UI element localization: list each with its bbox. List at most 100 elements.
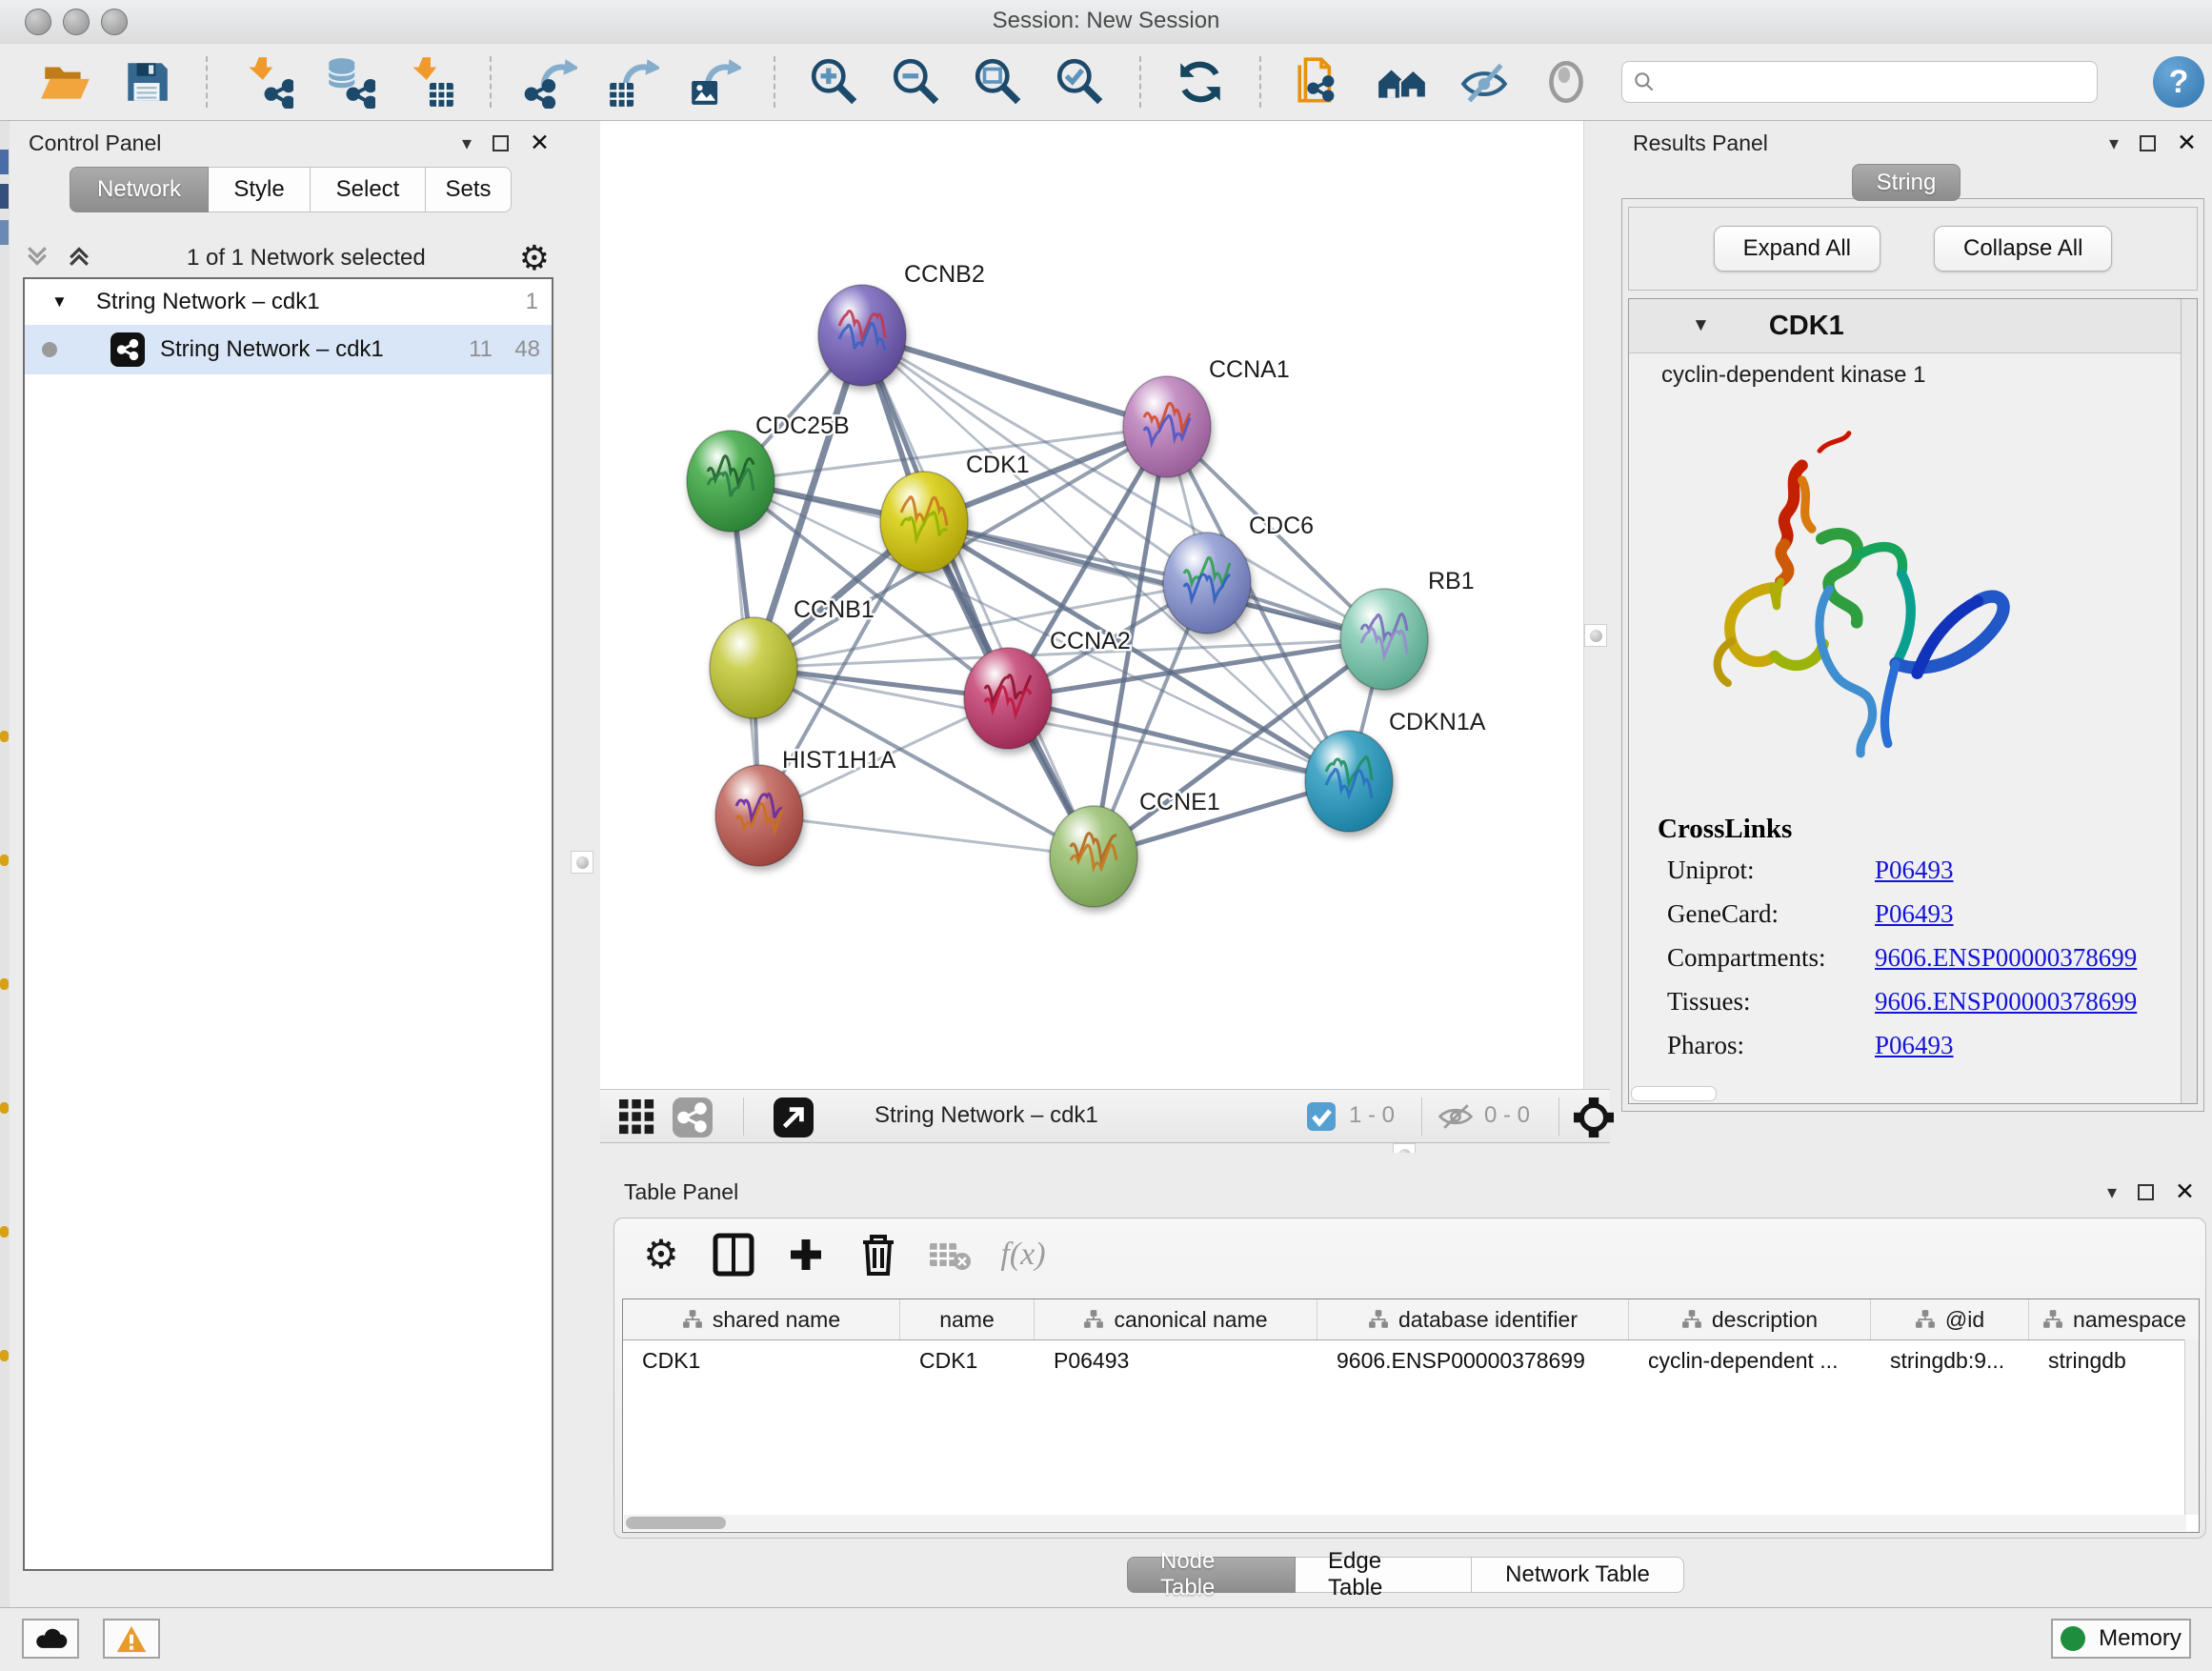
string-network-icon bbox=[111, 332, 145, 367]
refresh-network-icon[interactable] bbox=[1174, 55, 1227, 109]
new-network-from-selection-icon[interactable] bbox=[1294, 55, 1347, 109]
left-splitter-handle[interactable] bbox=[571, 851, 593, 874]
zoom-fit-content-icon[interactable] bbox=[972, 55, 1025, 109]
memory-button[interactable]: Memory bbox=[2051, 1619, 2191, 1659]
node-HIST1H1A[interactable]: HIST1H1A bbox=[715, 747, 896, 866]
hidden-eye-icon[interactable] bbox=[1437, 1102, 1475, 1136]
node-CDKN1A[interactable]: CDKN1A bbox=[1305, 709, 1486, 832]
zoom-selected-region-icon[interactable] bbox=[1054, 55, 1107, 109]
tab-select[interactable]: Select bbox=[311, 167, 426, 212]
table-vertical-scrollbar[interactable] bbox=[2184, 1339, 2199, 1515]
node-label-CCNA2: CCNA2 bbox=[1050, 628, 1131, 654]
edge-HIST1H1A-CCNE1[interactable] bbox=[759, 815, 1094, 856]
memory-label: Memory bbox=[2099, 1625, 2182, 1652]
tab-style[interactable]: Style bbox=[209, 167, 311, 212]
zoom-in-icon[interactable] bbox=[808, 55, 861, 109]
network-row-selected[interactable]: String Network – cdk1 11 48 bbox=[25, 325, 552, 374]
tab-node-table[interactable]: Node Table bbox=[1127, 1557, 1296, 1593]
table-panel-close-icon[interactable]: ✕ bbox=[2175, 1180, 2195, 1204]
control-panel-float-icon[interactable]: ▾ bbox=[462, 131, 472, 155]
table-row[interactable]: CDK1CDK1P064939606.ENSP00000378699cyclin… bbox=[623, 1340, 2199, 1380]
collapse-all-button[interactable]: Collapse All bbox=[1934, 226, 2112, 272]
gene-collapse-icon[interactable]: ▼ bbox=[1692, 315, 1710, 336]
node-CCNE1[interactable]: CCNE1 bbox=[1050, 789, 1220, 907]
network-graph: CCNB2CCNA1CDC25BCDK1CDC6RB1CCNB1CCNA2CDK… bbox=[600, 121, 1583, 1089]
export-image-icon[interactable] bbox=[688, 55, 741, 109]
warnings-button[interactable] bbox=[103, 1619, 160, 1659]
left-splitter[interactable] bbox=[563, 121, 601, 1607]
birds-eye-view-icon[interactable] bbox=[774, 1097, 814, 1142]
tab-edge-table[interactable]: Edge Table bbox=[1296, 1557, 1472, 1593]
import-network-from-database-icon[interactable] bbox=[322, 55, 375, 109]
show-columns-icon[interactable] bbox=[712, 1233, 755, 1277]
tab-network[interactable]: Network bbox=[70, 167, 209, 212]
delete-table-icon[interactable] bbox=[929, 1233, 973, 1277]
crosslink-link[interactable]: 9606.ENSP00000378699 bbox=[1875, 987, 2137, 1017]
table-panel-float-icon[interactable]: ▾ bbox=[2107, 1180, 2117, 1204]
show-all-icon[interactable] bbox=[1539, 55, 1593, 109]
crosslink-link[interactable]: P06493 bbox=[1875, 899, 1954, 929]
column-header-description[interactable]: description bbox=[1629, 1299, 1871, 1339]
export-table-icon[interactable] bbox=[606, 55, 659, 109]
right-splitter-handle[interactable] bbox=[1584, 624, 1607, 647]
tab-string[interactable]: String bbox=[1852, 164, 1961, 201]
node-CCNA1[interactable]: CCNA1 bbox=[1123, 356, 1290, 477]
control-panel-maximize-icon[interactable] bbox=[493, 135, 509, 151]
results-panel-float-icon[interactable]: ▾ bbox=[2109, 131, 2119, 155]
help-icon[interactable]: ? bbox=[2153, 56, 2204, 108]
crosslink-label: Pharos: bbox=[1667, 1031, 1744, 1060]
open-session-icon[interactable] bbox=[38, 55, 91, 109]
add-column-icon[interactable] bbox=[784, 1233, 828, 1277]
table-panel-maximize-icon[interactable] bbox=[2138, 1184, 2154, 1200]
tab-network-table[interactable]: Network Table bbox=[1472, 1557, 1684, 1593]
results-panel-close-icon[interactable]: ✕ bbox=[2177, 131, 2197, 155]
expand-all-networks-icon[interactable] bbox=[65, 242, 93, 275]
delete-column-icon[interactable] bbox=[856, 1233, 900, 1277]
right-splitter[interactable] bbox=[1583, 121, 1620, 1153]
control-panel-close-icon[interactable]: ✕ bbox=[530, 131, 550, 155]
function-builder-icon[interactable]: f(x) bbox=[1001, 1233, 1045, 1277]
results-vertical-scrollbar[interactable] bbox=[2181, 299, 2197, 1103]
import-network-from-file-icon[interactable] bbox=[240, 55, 293, 109]
cloud-button[interactable] bbox=[22, 1619, 79, 1659]
grid-view-icon[interactable] bbox=[619, 1099, 655, 1140]
tab-sets[interactable]: Sets bbox=[426, 167, 512, 212]
first-neighbors-icon[interactable] bbox=[1376, 55, 1429, 109]
network-canvas[interactable]: CCNB2CCNA1CDC25BCDK1CDC6RB1CCNB1CCNA2CDK… bbox=[600, 121, 1583, 1089]
edge-CCNB2-CCNE1[interactable] bbox=[862, 335, 1094, 856]
collapse-all-networks-icon[interactable] bbox=[23, 242, 51, 275]
results-panel-maximize-icon[interactable] bbox=[2140, 135, 2156, 151]
column-header-database-identifier[interactable]: database identifier bbox=[1317, 1299, 1629, 1339]
selected-checkbox-icon[interactable] bbox=[1307, 1102, 1336, 1136]
crosslink-link[interactable]: 9606.ENSP00000378699 bbox=[1875, 943, 2137, 973]
network-collection-row[interactable]: ▼ String Network – cdk1 1 bbox=[25, 279, 552, 325]
column-header-name[interactable]: name bbox=[900, 1299, 1035, 1339]
collection-expand-icon[interactable]: ▼ bbox=[51, 292, 68, 312]
search-input[interactable] bbox=[1657, 69, 2087, 95]
results-horizontal-scrollbar[interactable] bbox=[1631, 1086, 1717, 1101]
column-header-namespace[interactable]: namespace bbox=[2029, 1299, 2200, 1339]
memory-status-dot bbox=[2061, 1626, 2085, 1651]
node-CDC25B[interactable]: CDC25B bbox=[687, 413, 850, 532]
search-field[interactable] bbox=[1621, 61, 2098, 103]
save-session-icon[interactable] bbox=[120, 55, 173, 109]
hide-selected-icon[interactable] bbox=[1458, 55, 1511, 109]
column-header-canonical-name[interactable]: canonical name bbox=[1035, 1299, 1317, 1339]
table-horizontal-scrollbar[interactable] bbox=[624, 1515, 2186, 1531]
import-table-icon[interactable] bbox=[404, 55, 457, 109]
crosslink-link[interactable]: P06493 bbox=[1875, 1031, 1954, 1060]
fit-selected-crosshair-icon[interactable] bbox=[1574, 1097, 1614, 1142]
network-badge-icon[interactable] bbox=[673, 1097, 713, 1142]
crosslink-link[interactable]: P06493 bbox=[1875, 856, 1954, 885]
zoom-out-icon[interactable] bbox=[890, 55, 943, 109]
table-hscroll-thumb[interactable] bbox=[626, 1517, 726, 1529]
column-header-shared-name[interactable]: shared name bbox=[623, 1299, 900, 1339]
table-settings-gear-icon[interactable]: ⚙ bbox=[639, 1233, 683, 1277]
node-CDK1[interactable]: CDK1 bbox=[880, 452, 1030, 573]
column-header--id[interactable]: @id bbox=[1871, 1299, 2029, 1339]
network-options-gear-icon[interactable]: ⚙ bbox=[519, 241, 550, 275]
edge-CCNB2-CCNA1[interactable] bbox=[862, 335, 1167, 427]
export-network-icon[interactable] bbox=[524, 55, 577, 109]
node-RB1[interactable]: RB1 bbox=[1340, 568, 1475, 690]
expand-all-button[interactable]: Expand All bbox=[1714, 226, 1880, 272]
